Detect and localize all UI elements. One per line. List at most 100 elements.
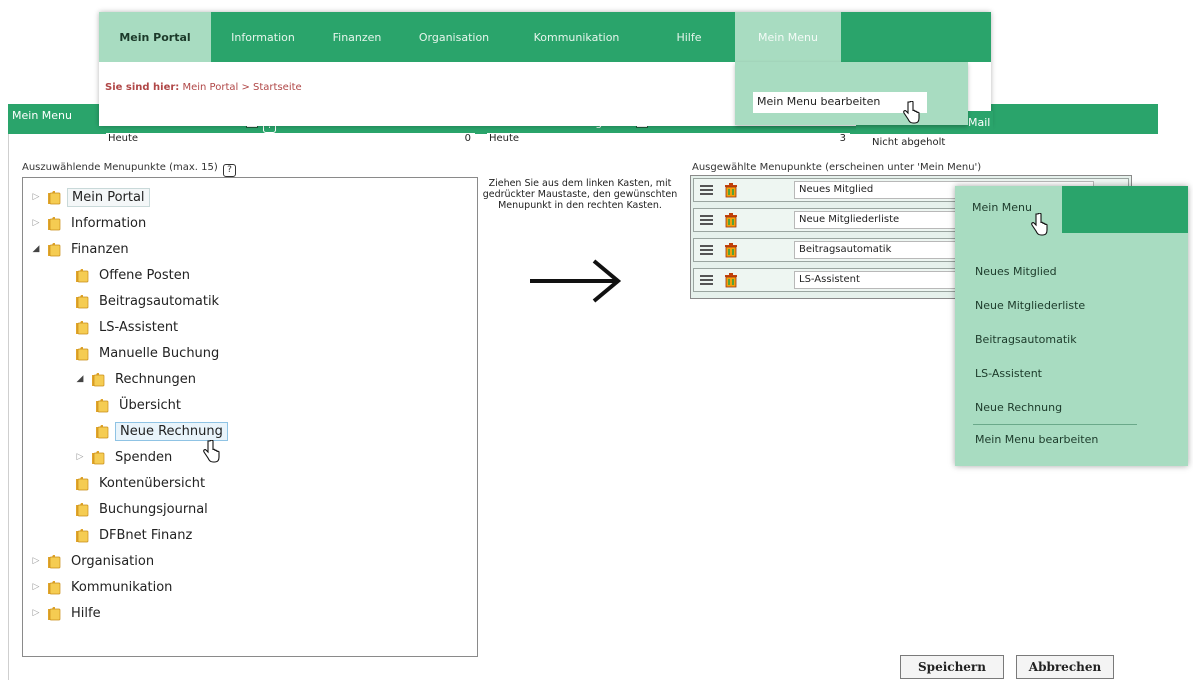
tree-node[interactable]: Offene Posten: [75, 264, 194, 286]
nav-tab-mein-portal[interactable]: Mein Portal: [99, 12, 211, 62]
available-items-label: Auszuwählende Menupunkte (max. 15) ?: [22, 162, 236, 177]
collapse-toggle-icon[interactable]: ◢: [31, 244, 41, 254]
tree-node-label[interactable]: Kontenübersicht: [95, 475, 209, 492]
hand-cursor-icon: [903, 101, 920, 124]
tree-node[interactable]: ◢ Finanzen: [31, 238, 133, 260]
nav-tab-organisation[interactable]: Organisation: [399, 12, 509, 62]
expand-toggle-icon[interactable]: ▷: [31, 556, 41, 566]
available-items-tree: ▷ Mein Portal ▷ Information ◢ Finanzen Offene …: [22, 177, 478, 657]
selected-items-label: Ausgewählte Menupunkte (erscheinen unter…: [692, 162, 982, 173]
tree-node[interactable]: Buchungsjournal: [75, 498, 212, 520]
drag-handle-icon[interactable]: [700, 273, 713, 287]
dropdown-item-mein-menu-bearbeiten[interactable]: Mein Menu bearbeiten: [753, 92, 927, 113]
tree-node-label[interactable]: DFBnet Finanz: [95, 527, 196, 544]
help-icon[interactable]: ?: [222, 164, 236, 177]
tree-node-label[interactable]: Kommunikation: [67, 579, 176, 596]
tile-mail-row-label: Nicht abgeholt: [872, 137, 946, 148]
expand-toggle-icon[interactable]: ▷: [31, 582, 41, 592]
tree-node-label[interactable]: Information: [67, 215, 150, 232]
tile-row-value: 3: [839, 133, 846, 144]
trash-icon[interactable]: [723, 272, 739, 288]
folder-icon: [75, 502, 89, 517]
nav-tab-information[interactable]: Information: [211, 12, 315, 62]
expand-toggle-icon[interactable]: ▷: [31, 218, 41, 228]
hand-cursor-icon: [1031, 213, 1048, 236]
tree-node-label[interactable]: Neue Rechnung: [115, 421, 228, 441]
main-navigation: Mein Portal Information Finanzen Organis…: [99, 12, 991, 62]
expand-toggle-icon[interactable]: ▷: [31, 608, 41, 618]
nav-tab-hilfe[interactable]: Hilfe: [644, 12, 734, 62]
tree-node[interactable]: ▷ Information: [31, 212, 150, 234]
tree-node-label[interactable]: Beitragsautomatik: [95, 293, 223, 310]
editor-title: Mein Menu: [12, 109, 72, 122]
trash-icon[interactable]: [723, 212, 739, 228]
tree-node[interactable]: ▷ Mein Portal: [31, 186, 150, 208]
tree-node[interactable]: ◢ Rechnungen: [75, 368, 200, 390]
tree-node[interactable]: ▷ Kommunikation: [31, 576, 176, 598]
right-arrow-icon: [530, 259, 622, 303]
preview-item[interactable]: Beitragsautomatik: [975, 333, 1077, 346]
expand-toggle-icon[interactable]: ▷: [75, 452, 85, 462]
dropdown-divider: [973, 424, 1137, 425]
tree-node-label[interactable]: Manuelle Buchung: [95, 345, 223, 362]
tree-node-label[interactable]: Rechnungen: [111, 371, 200, 388]
drag-handle-icon[interactable]: [700, 183, 713, 197]
tree-node[interactable]: Neue Rechnung: [95, 420, 228, 442]
tree-node-label[interactable]: Hilfe: [67, 605, 105, 622]
drag-handle-icon[interactable]: [700, 213, 713, 227]
tile-row-value: 0: [464, 133, 471, 144]
folder-icon: [91, 450, 105, 465]
tree-node[interactable]: Übersicht: [95, 394, 185, 416]
collapse-toggle-icon[interactable]: ◢: [75, 374, 85, 384]
tree-node-label[interactable]: Organisation: [67, 553, 158, 570]
cancel-button[interactable]: Abbrechen: [1016, 655, 1114, 679]
folder-icon: [47, 242, 61, 257]
folder-icon: [75, 346, 89, 361]
preview-item-mein-menu-bearbeiten[interactable]: Mein Menu bearbeiten: [975, 433, 1098, 446]
folder-icon: [95, 424, 109, 439]
folder-icon: [47, 216, 61, 231]
tree-node-label[interactable]: Offene Posten: [95, 267, 194, 284]
tree-node-label[interactable]: Finanzen: [67, 241, 133, 258]
preview-item[interactable]: LS-Assistent: [975, 367, 1042, 380]
nav-tab-finanzen[interactable]: Finanzen: [315, 12, 399, 62]
drag-handle-icon[interactable]: [700, 243, 713, 257]
tree-node-label[interactable]: Spenden: [111, 449, 176, 466]
folder-icon: [47, 580, 61, 595]
preview-dropdown-title[interactable]: Mein Menu: [972, 201, 1032, 214]
folder-icon: [47, 190, 61, 205]
folder-icon: [95, 398, 109, 413]
tree-node[interactable]: Beitragsautomatik: [75, 290, 223, 312]
nav-tab-kommunikation[interactable]: Kommunikation: [509, 12, 644, 62]
tree-node[interactable]: ▷ Spenden: [75, 446, 176, 468]
mein-menu-preview-dropdown: Mein Menu Neues Mitglied Neue Mitglieder…: [955, 186, 1188, 466]
tree-node[interactable]: DFBnet Finanz: [75, 524, 196, 546]
tree-node-label[interactable]: Buchungsjournal: [95, 501, 212, 518]
tree-node[interactable]: LS-Assistent: [75, 316, 182, 338]
folder-icon: [75, 294, 89, 309]
breadcrumb: Sie sind hier: Mein Portal > Startseite: [105, 82, 302, 93]
tree-node[interactable]: Manuelle Buchung: [75, 342, 223, 364]
tree-node-label[interactable]: Übersicht: [115, 397, 185, 414]
tree-node[interactable]: Kontenübersicht: [75, 472, 209, 494]
trash-icon[interactable]: [723, 182, 739, 198]
preview-item[interactable]: Neue Mitgliederliste: [975, 299, 1085, 312]
nav-tab-mein-menu[interactable]: Mein Menu: [735, 12, 841, 62]
tile-title: Mail: [968, 116, 991, 129]
folder-icon: [75, 268, 89, 283]
preview-item[interactable]: Neues Mitglied: [975, 265, 1057, 278]
preview-item[interactable]: Neue Rechnung: [975, 401, 1062, 414]
tree-node-label[interactable]: Mein Portal: [67, 187, 150, 207]
tree-node-label[interactable]: LS-Assistent: [95, 319, 182, 336]
folder-icon: [75, 476, 89, 491]
folder-icon: [91, 372, 105, 387]
expand-toggle-icon[interactable]: ▷: [31, 192, 41, 202]
folder-icon: [47, 554, 61, 569]
save-button[interactable]: Speichern: [900, 655, 1004, 679]
folder-icon: [47, 606, 61, 621]
breadcrumb-path[interactable]: Mein Portal > Startseite: [182, 82, 301, 93]
folder-icon: [75, 528, 89, 543]
tree-node[interactable]: ▷ Hilfe: [31, 602, 105, 624]
trash-icon[interactable]: [723, 242, 739, 258]
tree-node[interactable]: ▷ Organisation: [31, 550, 158, 572]
